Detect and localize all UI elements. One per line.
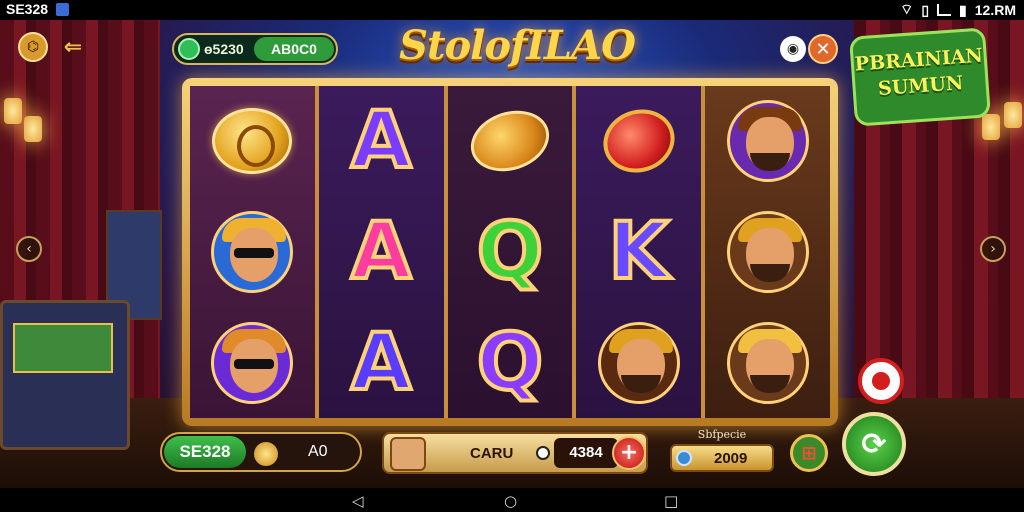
signal-icon [937,4,952,16]
bet-toggle-icon[interactable] [536,446,550,460]
battery-icon: ▮ [959,1,967,18]
letter-symbol-text: A [349,206,413,297]
win-value: 2009 [714,450,748,467]
reel-4: K [576,86,706,418]
reel-5 [705,86,830,418]
nav-home-button[interactable]: ○ [504,492,517,510]
clock: 12.RM [974,2,1016,18]
promo-banner[interactable]: PBRAINIAN SUMUN [849,27,991,127]
letter-symbol-text: K [607,206,671,297]
letter-symbol-text: Q [475,317,545,408]
letter-symbol-text: A [349,317,413,408]
letter-symbol: A [333,204,429,300]
lemon-symbol [462,93,558,189]
nav-recent-button[interactable]: □ [664,492,678,510]
letter-symbol: K [591,204,687,300]
stop-icon [872,372,890,390]
spin-button[interactable]: ⟳ [842,412,906,476]
bet-label: CARU [470,445,514,462]
wall-lamp-icon [1004,102,1022,128]
gold-coin-symbol [204,93,300,189]
fox-sunglasses-symbol [204,315,300,411]
reel-grid: AAAQQK [190,86,830,418]
letter-symbol-text: Q [475,206,545,297]
info-icon[interactable]: ◉ [780,36,806,62]
android-nav-bar: ◁ ○ □ [0,488,1024,512]
spin-arrows-icon: ⟳ [861,426,887,462]
bet-amount: 4384 [554,438,618,468]
bear-hood-man-symbol [591,315,687,411]
wall-lamp-icon [4,98,22,124]
letter-symbol: A [333,315,429,411]
bearded-man-symbol [720,93,816,189]
reel-2: AAA [318,86,448,418]
bet-control[interactable]: CARU 4384 + [382,432,648,474]
status-carrier-text: SE328 [6,1,49,17]
game-logo: StolofILAO [399,22,636,69]
nav-back-button[interactable]: ◁ [352,492,364,510]
dog-sunglasses-symbol [204,204,300,300]
reel-frame: AAAQQK [182,78,838,426]
wifi-icon: ⌔ [900,1,914,17]
vibrate-icon: ▯ [921,1,930,18]
coin-balance-pill[interactable]: ɵ5230 AB0C0 [172,33,338,65]
player-avatar [390,437,426,471]
balance-pill[interactable]: SE328 A0 [160,432,362,472]
coin-chip-icon [178,38,200,60]
arcade-cabinet [0,300,130,450]
increase-bet-button[interactable]: + [612,436,646,470]
coin-value: ɵ5230 [204,41,244,57]
win-display: 2009 [670,444,774,472]
letter-symbol: A [333,93,429,189]
letter-symbol: Q [462,204,558,300]
wall-lamp-icon [24,116,42,142]
gold-coin-icon [254,442,278,466]
prev-arrow-icon[interactable]: ‹ [16,236,42,262]
profile-badge-icon[interactable]: ⌬ [18,32,48,62]
status-bar: SE328 ⌔ ▯ ▮ 12.RM [0,0,1024,20]
letter-symbol: Q [462,315,558,411]
reel-3: QQ [447,86,577,418]
letter-symbol-text: A [349,96,413,187]
reel-1 [190,86,319,418]
win-caption: Sbfpecie [697,428,747,441]
bandana-man-symbol [720,204,816,300]
stop-button[interactable] [858,358,904,404]
close-icon[interactable]: ✕ [808,34,838,64]
balance-value: A0 [308,443,328,460]
red-gem-symbol [591,93,687,189]
coin-secondary: AB0C0 [254,37,334,61]
hooded-man-symbol [720,315,816,411]
back-arrow-icon[interactable]: ⇐ [58,32,88,62]
win-icon [676,450,692,466]
menu-grid-icon[interactable]: ⊞ [790,434,828,472]
notification-icon [56,2,70,16]
balance-tag: SE328 [164,436,246,468]
next-arrow-icon[interactable]: › [980,236,1006,262]
wall-lamp-icon [982,114,1000,140]
